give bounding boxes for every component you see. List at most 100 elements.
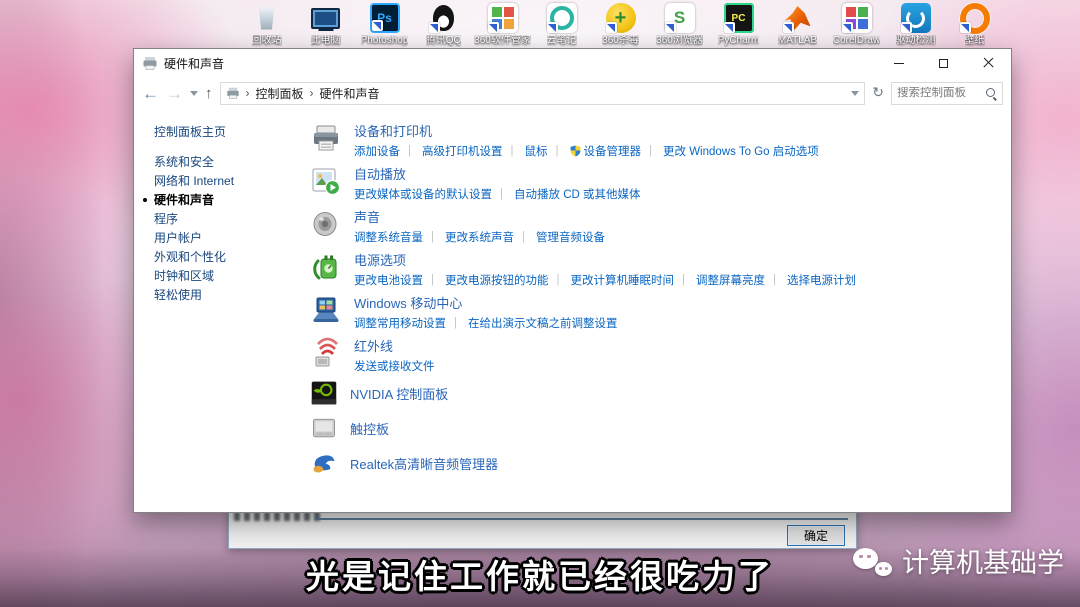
window-titlebar[interactable]: 硬件和声音 bbox=[134, 49, 1011, 77]
desktop-icon-wallpaper-app[interactable]: 壁纸 bbox=[945, 3, 1004, 47]
breadcrumb-icon bbox=[226, 86, 240, 100]
link-battery-settings[interactable]: 更改电池设置 bbox=[354, 272, 423, 288]
nvidia-icon[interactable] bbox=[310, 379, 338, 407]
link-device-manager[interactable]: 设备管理器 bbox=[548, 143, 642, 159]
section-title-sound[interactable]: 声音 bbox=[354, 207, 605, 226]
section-realtek: Realtek高清晰音频管理器 bbox=[310, 449, 1001, 477]
search-icon[interactable] bbox=[985, 87, 997, 99]
desktop-icon-qq[interactable]: 腾讯QQ bbox=[414, 3, 473, 47]
link-power-plan[interactable]: 选择电源计划 bbox=[765, 272, 856, 288]
realtek-icon[interactable] bbox=[310, 449, 338, 477]
section-title-devices-printers[interactable]: 设备和打印机 bbox=[354, 121, 819, 140]
section-sound: 声音 调整系统音量 更改系统声音 管理音频设备 bbox=[310, 207, 1001, 245]
close-button[interactable] bbox=[966, 49, 1011, 77]
link-manage-audio-devices[interactable]: 管理音频设备 bbox=[514, 229, 605, 245]
link-autoplay-cd[interactable]: 自动播放 CD 或其他媒体 bbox=[492, 186, 641, 202]
link-power-buttons[interactable]: 更改电源按钮的功能 bbox=[423, 272, 549, 288]
address-dropdown-icon[interactable] bbox=[851, 91, 859, 96]
autoplay-icon[interactable] bbox=[310, 165, 342, 197]
link-advanced-printer-setup[interactable]: 高级打印机设置 bbox=[400, 143, 503, 159]
desktop-icon-label: 此电脑 bbox=[311, 35, 341, 47]
section-title-power-options[interactable]: 电源选项 bbox=[354, 250, 856, 269]
360-antivirus-icon bbox=[606, 3, 636, 33]
infrared-icon[interactable] bbox=[310, 337, 342, 369]
touchpad-icon[interactable] bbox=[310, 414, 338, 442]
sidebar-item-system-security[interactable]: 系统和安全 bbox=[154, 156, 304, 168]
desktop-icon-recycle-bin[interactable]: 回收站 bbox=[237, 3, 296, 47]
link-add-device[interactable]: 添加设备 bbox=[354, 143, 400, 159]
desktop-icon-coreldraw[interactable]: CorelDraw bbox=[827, 3, 886, 47]
up-button[interactable] bbox=[205, 86, 213, 101]
link-presentation-settings[interactable]: 在给出演示文稿之前调整设置 bbox=[446, 315, 618, 331]
maximize-button[interactable] bbox=[921, 49, 966, 77]
sound-icon[interactable] bbox=[310, 208, 342, 240]
sidebar-item-clock-region[interactable]: 时钟和区域 bbox=[154, 270, 304, 282]
desktop-icon-this-pc[interactable]: 此电脑 bbox=[296, 3, 355, 47]
desktop-icon-pycharm[interactable]: PC PyCharm bbox=[709, 3, 768, 47]
window-title: 硬件和声音 bbox=[164, 55, 876, 72]
forward-button[interactable] bbox=[166, 85, 183, 102]
sidebar-item-appearance[interactable]: 外观和个性化 bbox=[154, 251, 304, 263]
desktop-icon-driver-tool[interactable]: 驱动检测 bbox=[886, 3, 945, 47]
section-nvidia: NVIDIA 控制面板 bbox=[310, 379, 1001, 407]
sidebar-item-programs[interactable]: 程序 bbox=[154, 213, 304, 225]
section-mobility-center: Windows 移动中心 调整常用移动设置 在给出演示文稿之前调整设置 bbox=[310, 293, 1001, 331]
section-title-autoplay[interactable]: 自动播放 bbox=[354, 164, 641, 183]
desktop-icon-cloud-note[interactable]: 云笔记 bbox=[532, 3, 591, 47]
link-sleep-time[interactable]: 更改计算机睡眠时间 bbox=[549, 272, 675, 288]
desktop-icon-label: 壁纸 bbox=[965, 35, 985, 47]
link-change-media-defaults[interactable]: 更改媒体或设备的默认设置 bbox=[354, 186, 492, 202]
mobility-center-icon[interactable] bbox=[310, 294, 342, 326]
sidebar-item-user-accounts[interactable]: 用户帐户 bbox=[154, 232, 304, 244]
search-box[interactable] bbox=[891, 82, 1003, 105]
refresh-button[interactable] bbox=[872, 84, 884, 102]
desktop-icon-photoshop[interactable]: Ps Photoshop bbox=[355, 3, 414, 47]
link-adjust-volume[interactable]: 调整系统音量 bbox=[354, 229, 423, 245]
section-title-touchpad[interactable]: 触控板 bbox=[350, 419, 389, 438]
history-dropdown-icon[interactable] bbox=[190, 91, 198, 96]
address-bar[interactable]: 控制面板 硬件和声音 bbox=[220, 82, 866, 105]
breadcrumb-control-panel[interactable]: 控制面板 bbox=[256, 85, 304, 102]
minimize-button[interactable] bbox=[876, 49, 921, 77]
hardware-sound-window-icon bbox=[142, 55, 158, 71]
desktop-icon-360-antivirus[interactable]: 360杀毒 bbox=[591, 3, 650, 47]
desktop-icon-label: 360浏览器 bbox=[656, 35, 703, 47]
link-windows-to-go[interactable]: 更改 Windows To Go 启动选项 bbox=[641, 143, 819, 159]
link-send-receive-file[interactable]: 发送或接收文件 bbox=[354, 358, 435, 374]
sidebar: 控制面板主页 系统和安全 网络和 Internet 硬件和声音 程序 用户帐户 … bbox=[134, 109, 304, 512]
shortcut-arrow-icon bbox=[488, 22, 499, 33]
photoshop-icon: Ps bbox=[370, 3, 400, 33]
breadcrumb-hardware-sound[interactable]: 硬件和声音 bbox=[320, 85, 380, 102]
desktop-icon-label: Photoshop bbox=[361, 35, 409, 47]
driver-tool-icon bbox=[901, 3, 931, 33]
section-title-realtek[interactable]: Realtek高清晰音频管理器 bbox=[350, 454, 498, 473]
search-input[interactable] bbox=[897, 87, 985, 99]
link-change-sounds[interactable]: 更改系统声音 bbox=[423, 229, 514, 245]
qq-icon bbox=[429, 3, 459, 33]
printer-icon[interactable] bbox=[310, 122, 342, 154]
section-title-mobility-center[interactable]: Windows 移动中心 bbox=[354, 293, 618, 312]
section-title-nvidia[interactable]: NVIDIA 控制面板 bbox=[350, 384, 448, 403]
link-mouse[interactable]: 鼠标 bbox=[503, 143, 548, 159]
sidebar-item-hardware-sound[interactable]: 硬件和声音 bbox=[154, 194, 304, 206]
desktop-icon-matlab[interactable]: MATLAB bbox=[768, 3, 827, 47]
back-button[interactable] bbox=[142, 85, 159, 102]
sidebar-home-link[interactable]: 控制面板主页 bbox=[154, 123, 304, 140]
link-screen-brightness[interactable]: 调整屏幕亮度 bbox=[674, 272, 765, 288]
desktop-icon-360-browser[interactable]: S 360浏览器 bbox=[650, 3, 709, 47]
desktop-icon-360-manager[interactable]: 360软件管家 bbox=[473, 3, 532, 47]
power-options-icon[interactable] bbox=[310, 251, 342, 283]
desktop-icon-label: PyCharm bbox=[718, 35, 760, 47]
section-infrared: 红外线 发送或接收文件 bbox=[310, 336, 1001, 374]
link-mobility-settings[interactable]: 调整常用移动设置 bbox=[354, 315, 446, 331]
ok-button[interactable]: 确定 bbox=[787, 525, 845, 546]
dialog-blurred-text bbox=[234, 512, 322, 521]
matlab-icon bbox=[783, 3, 813, 33]
shortcut-arrow-icon bbox=[960, 22, 971, 33]
section-title-infrared[interactable]: 红外线 bbox=[354, 336, 435, 355]
section-touchpad: 触控板 bbox=[310, 414, 1001, 442]
this-pc-icon bbox=[311, 3, 341, 33]
sidebar-item-network-internet[interactable]: 网络和 Internet bbox=[154, 175, 304, 187]
sidebar-item-ease-of-access[interactable]: 轻松使用 bbox=[154, 289, 304, 301]
360-browser-icon: S bbox=[665, 3, 695, 33]
